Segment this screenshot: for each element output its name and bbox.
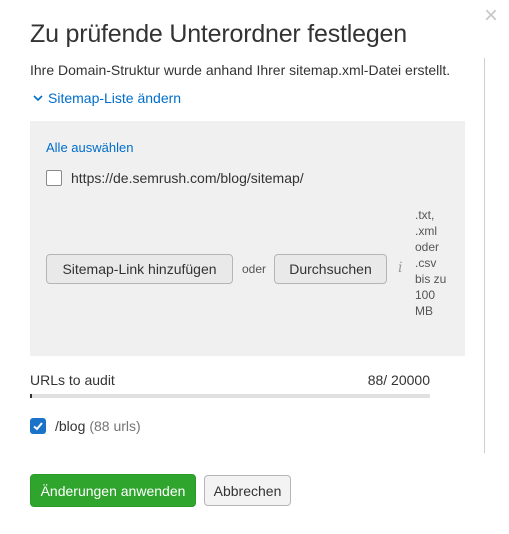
file-type-line: .csv — [415, 256, 437, 270]
subfolder-path: /blog — [55, 418, 86, 434]
file-type-line: .txt, — [415, 208, 435, 222]
chevron-down-icon — [33, 95, 43, 102]
file-type-line: .xml — [415, 224, 437, 238]
or-label: oder — [242, 262, 267, 276]
close-icon[interactable]: × — [480, 4, 502, 28]
file-type-line: bis zu — [415, 272, 447, 286]
sitemap-url: https://de.semrush.com/blog/sitemap/ — [71, 170, 304, 186]
sitemap-checkbox[interactable] — [46, 170, 62, 186]
sitemap-list-toggle[interactable]: Sitemap-Liste ändern — [30, 90, 181, 106]
file-type-line: 100 — [415, 288, 436, 302]
info-icon[interactable]: i — [398, 260, 402, 276]
browse-button[interactable]: Durchsuchen — [274, 254, 387, 284]
cancel-button[interactable]: Abbrechen — [204, 475, 291, 506]
add-sitemap-link-button[interactable]: Sitemap-Link hinzufügen — [46, 254, 233, 284]
urls-to-audit-count: 88/ 20000 — [367, 372, 430, 388]
subfolder-item: /blog (88 urls) — [30, 418, 141, 434]
subfolder-checkbox[interactable] — [30, 418, 46, 434]
file-type-line: oder — [415, 240, 440, 254]
intro-text: Ihre Domain-Struktur wurde anhand Ihrer … — [30, 62, 451, 78]
checkmark-icon — [33, 422, 43, 431]
file-type-line: MB — [415, 304, 433, 318]
sitemap-list-toggle-label: Sitemap-Liste ändern — [48, 90, 182, 106]
sitemap-list-item: https://de.semrush.com/blog/sitemap/ — [46, 170, 304, 186]
file-types-hint: .txt, .xml oder .csv bis zu 100 MB — [415, 207, 455, 319]
dialog-title: Zu prüfende Unterordner festlegen — [30, 20, 407, 48]
urls-progress-bar — [30, 394, 430, 398]
sitemap-panel: Alle auswählen https://de.semrush.com/bl… — [30, 121, 465, 356]
subfolder-url-count: (88 urls) — [89, 418, 141, 434]
urls-progress-fill — [30, 394, 32, 398]
select-all-link[interactable]: Alle auswählen — [46, 140, 133, 155]
dialog-content: Ihre Domain-Struktur wurde anhand Ihrer … — [0, 58, 485, 453]
urls-to-audit-label: URLs to audit — [30, 372, 115, 388]
apply-changes-button[interactable]: Änderungen anwenden — [30, 474, 196, 507]
